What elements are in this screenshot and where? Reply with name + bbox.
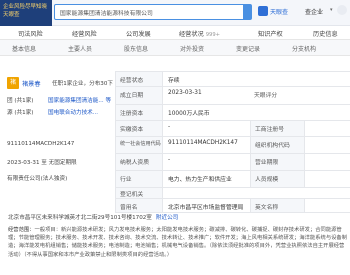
table-row: 注册资本 10000万人民币 xyxy=(115,105,350,121)
company-info-table: 经营状态 存续 成立日期 2023-03-31 天眼评分 注册资本 10000万… xyxy=(115,71,350,222)
table-value-cell: 91110114MACDH2K147 xyxy=(168,140,238,146)
tab-business-status[interactable]: 经营状况 999+ xyxy=(179,29,220,38)
brand-logo-icon[interactable] xyxy=(258,6,268,16)
header-menu-item[interactable]: 查企业 xyxy=(305,7,323,16)
table-label-cell: 注册资本 xyxy=(115,105,163,120)
subtab-key-people[interactable]: 主要人员 xyxy=(68,44,92,53)
table-value-cell: 2023-03-31 xyxy=(168,90,202,96)
table-row: 统一社会信用代码 91110114MACDH2K147 组织机构代码 xyxy=(115,137,350,154)
tab-label: 公司发展 xyxy=(126,31,151,38)
business-scope-text: 一般项目：新兴能源技术研发；风力发电技术服务；太阳能发电技术服务；碳减排、碳转化… xyxy=(8,227,348,258)
brand-name[interactable]: 天眼查 xyxy=(270,7,288,16)
table-label-cell: 行业 xyxy=(115,171,163,187)
table-row: 曾用名 北京市昌平区市场监督管理局 英文名称 xyxy=(115,199,350,213)
tab-label: 知识产权 xyxy=(258,31,283,38)
table-row: 登记机关 xyxy=(115,188,350,199)
table-label-cell: 工商注册号 xyxy=(250,121,305,136)
legal-representative-name[interactable]: 褚景春 xyxy=(22,79,41,88)
related-company-count: 团 (共1家) xyxy=(7,98,34,104)
search-input[interactable]: 国家能源集团清洁能源科技有限公司 xyxy=(54,4,252,20)
table-value-cell: 存续 xyxy=(168,78,180,84)
top-bar: 企业风险尽早知晓 天眼查 国家能源集团清洁能源科技有限公司 天眼查 查企业 ▾ xyxy=(0,0,350,26)
ad-banner-line2: 天眼查 xyxy=(3,12,20,18)
person-role-note: 任职1家企业，分布30下 xyxy=(52,81,114,87)
search-button[interactable] xyxy=(243,5,251,19)
business-term: 2023-03-31 至 无固定期限 xyxy=(7,160,77,166)
main-tabs: 司法风险 经营风险 公司发展 经营状况 999+ 知识产权 历史信息 xyxy=(0,26,350,40)
table-label-cell: 组织机构代码 xyxy=(250,137,305,153)
table-label-cell: 经营状态 xyxy=(115,72,163,86)
tab-company-development[interactable]: 公司发展 xyxy=(126,29,151,38)
related-company-link[interactable]: 国电联合动力技术... xyxy=(48,108,98,116)
table-value-cell: 10000万人民币 xyxy=(168,111,210,117)
tab-operation-risk[interactable]: 经营风险 xyxy=(72,29,97,38)
table-label-cell: 纳税人资质 xyxy=(115,154,163,170)
business-scope-label: 经营范围： xyxy=(8,227,35,233)
ad-banner[interactable]: 企业风险尽早知晓 天眼查 xyxy=(0,0,52,26)
search-input-value: 国家能源集团清洁能源科技有限公司 xyxy=(60,11,153,17)
bottom-fade xyxy=(0,266,350,275)
tab-label: 经营状况 xyxy=(179,31,204,38)
sub-tabs: 基本信息 主要人员 股东信息 对外投资 变更记录 分支机构 xyxy=(0,40,350,56)
ad-banner-line1: 企业风险尽早知晓 xyxy=(3,4,48,10)
tab-label: 历史信息 xyxy=(313,31,338,38)
tab-history[interactable]: 历史信息 xyxy=(313,29,338,38)
credit-code-left: 91110114MACDH2K147 xyxy=(7,141,75,147)
table-row: 实缴资本 - 工商注册号 xyxy=(115,121,350,137)
table-label-cell: 曾用名 xyxy=(115,199,163,212)
person-avatar[interactable]: 褚 xyxy=(7,77,19,89)
table-label-cell: 营业期限 xyxy=(250,154,305,170)
table-value-cell: - xyxy=(168,124,171,130)
business-scope: 经营范围：一般项目：新兴能源技术研发；风力发电技术服务；太阳能发电技术服务；碳减… xyxy=(8,226,348,259)
subtab-shareholders[interactable]: 股东信息 xyxy=(124,44,148,53)
table-row: 成立日期 2023-03-31 天眼评分 xyxy=(115,87,350,105)
related-company-count: 源 (共1家) xyxy=(7,110,34,116)
table-row: 经营状态 存续 xyxy=(115,72,350,87)
chevron-down-icon[interactable]: ▾ xyxy=(330,7,333,13)
tab-judicial-risk[interactable]: 司法风险 xyxy=(18,29,43,38)
table-label-cell: 统一社会信用代码 xyxy=(115,137,163,153)
company-type: 有限责任公司(法人独资) xyxy=(7,176,68,182)
table-label-cell: 登记机关 xyxy=(115,188,163,198)
nearby-companies-link[interactable]: 附近公司 xyxy=(156,215,178,221)
subtab-branches[interactable]: 分支机构 xyxy=(292,44,316,53)
table-label-cell: 人员规模 xyxy=(250,171,305,187)
table-value-cell: - xyxy=(168,157,171,163)
table-label-cell: 实缴资本 xyxy=(115,121,163,136)
registered-address: 北京市昌平区未来科学城英才北二街29号101号楼1702室 附近公司 xyxy=(8,213,178,221)
table-label-cell: 成立日期 xyxy=(115,87,163,104)
table-row: 行业 电力、热力生产和供应业 人员规模 xyxy=(115,171,350,188)
user-avatar-icon[interactable] xyxy=(337,5,347,15)
table-value-cell: 电力、热力生产和供应业 xyxy=(168,177,232,183)
tab-label: 司法风险 xyxy=(18,31,43,38)
tab-count: 999+ xyxy=(205,32,220,38)
subtab-investments[interactable]: 对外投资 xyxy=(180,44,204,53)
table-label-cell: 英文名称 xyxy=(250,199,305,212)
tab-intellectual-property[interactable]: 知识产权 xyxy=(258,29,283,38)
tab-label: 经营风险 xyxy=(72,31,97,38)
related-company-link[interactable]: 国家能源集团清洁能... 等 xyxy=(48,96,111,104)
address-text: 北京市昌平区未来科学城英才北二街29号101号楼1702室 xyxy=(8,215,152,221)
subtab-basic-info[interactable]: 基本信息 xyxy=(12,44,36,53)
subtab-change-records[interactable]: 变更记录 xyxy=(236,44,260,53)
table-label-cell: 天眼评分 xyxy=(250,87,305,104)
table-row: 纳税人资质 - 营业期限 xyxy=(115,154,350,171)
table-value-cell: 北京市昌平区市场监督管理局 xyxy=(168,205,244,211)
